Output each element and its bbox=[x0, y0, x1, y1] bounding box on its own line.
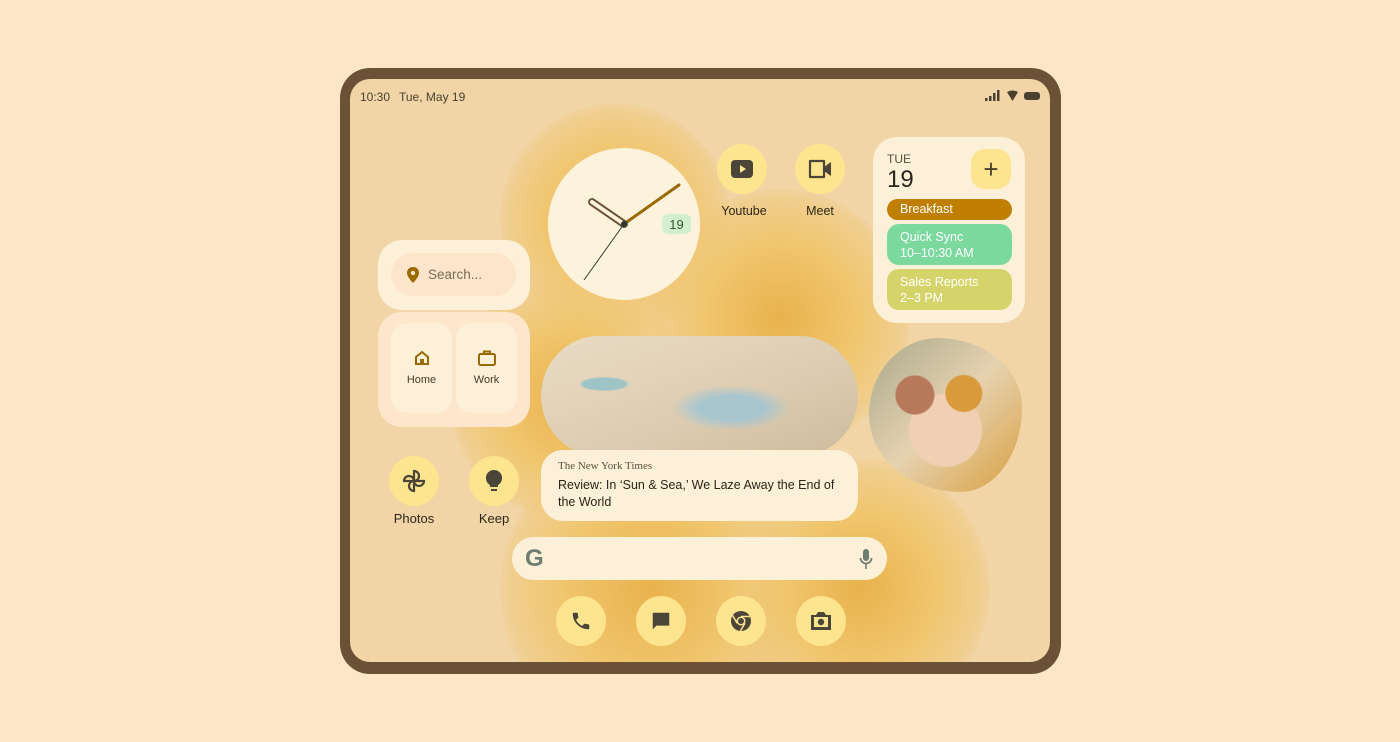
event-time: 2–3 PM bbox=[900, 291, 944, 305]
dock-chrome[interactable] bbox=[716, 596, 766, 646]
event-title: Sales Reports bbox=[900, 275, 979, 289]
calendar-day: TUE bbox=[887, 152, 911, 166]
news-source: The New York Times bbox=[558, 460, 653, 472]
status-date: Tue, May 19 bbox=[399, 90, 466, 104]
video-camera-icon bbox=[808, 159, 831, 179]
calendar-date: 19 bbox=[887, 166, 914, 193]
camera-icon bbox=[811, 612, 831, 630]
meet-app[interactable] bbox=[795, 144, 845, 194]
photos-app[interactable] bbox=[389, 456, 439, 506]
youtube-icon bbox=[731, 160, 753, 178]
plus-icon: + bbox=[983, 153, 999, 184]
lightbulb-icon bbox=[485, 469, 503, 491]
dock-messages[interactable] bbox=[636, 596, 686, 646]
microphone-icon[interactable] bbox=[859, 548, 873, 570]
phone-icon bbox=[572, 612, 590, 630]
search-placeholder: Search... bbox=[428, 267, 483, 282]
keep-app[interactable] bbox=[469, 456, 519, 506]
add-event-button[interactable]: + bbox=[971, 149, 1011, 189]
youtube-app[interactable] bbox=[717, 144, 767, 194]
signal-icon bbox=[985, 90, 1000, 101]
keep-label: Keep bbox=[478, 511, 510, 526]
battery-icon bbox=[1024, 92, 1040, 100]
svg-text:19: 19 bbox=[669, 217, 683, 232]
briefcase-icon bbox=[477, 350, 496, 366]
maps-search-input[interactable]: Search... bbox=[391, 253, 516, 296]
analog-clock-widget[interactable]: 19 bbox=[548, 148, 700, 300]
shortcut-label: Work bbox=[473, 374, 500, 386]
photos-label: Photos bbox=[393, 511, 435, 526]
youtube-label: Youtube bbox=[721, 204, 767, 218]
event-title: Quick Sync bbox=[900, 230, 964, 244]
google-logo: G bbox=[525, 544, 544, 572]
wifi-icon bbox=[1007, 90, 1018, 101]
location-pin-icon bbox=[407, 266, 419, 283]
home-icon bbox=[414, 350, 429, 365]
status-time: 10:30 bbox=[360, 90, 391, 104]
event-time: 10–10:30 AM bbox=[900, 246, 974, 260]
event-quick-sync[interactable]: Quick Sync 10–10:30 AM bbox=[887, 224, 1012, 265]
google-search-bar[interactable]: G bbox=[512, 537, 887, 580]
dock-camera[interactable] bbox=[796, 596, 846, 646]
news-headline[interactable]: Review: In ‘Sun & Sea,’ We Laze Away the… bbox=[558, 477, 843, 510]
shortcut-label: Home bbox=[406, 374, 437, 386]
event-sales-reports[interactable]: Sales Reports 2–3 PM bbox=[887, 269, 1012, 310]
status-icons bbox=[985, 90, 1040, 101]
messages-icon bbox=[652, 612, 670, 630]
meet-label: Meet bbox=[806, 204, 834, 218]
pinwheel-icon bbox=[402, 469, 426, 493]
shortcut-work[interactable]: Work bbox=[456, 323, 517, 413]
event-title: Breakfast bbox=[900, 202, 953, 216]
shortcut-home[interactable]: Home bbox=[391, 323, 452, 413]
chrome-icon bbox=[731, 611, 751, 632]
news-image[interactable] bbox=[541, 336, 858, 456]
dock-phone[interactable] bbox=[556, 596, 606, 646]
event-breakfast[interactable]: Breakfast bbox=[887, 199, 1012, 220]
